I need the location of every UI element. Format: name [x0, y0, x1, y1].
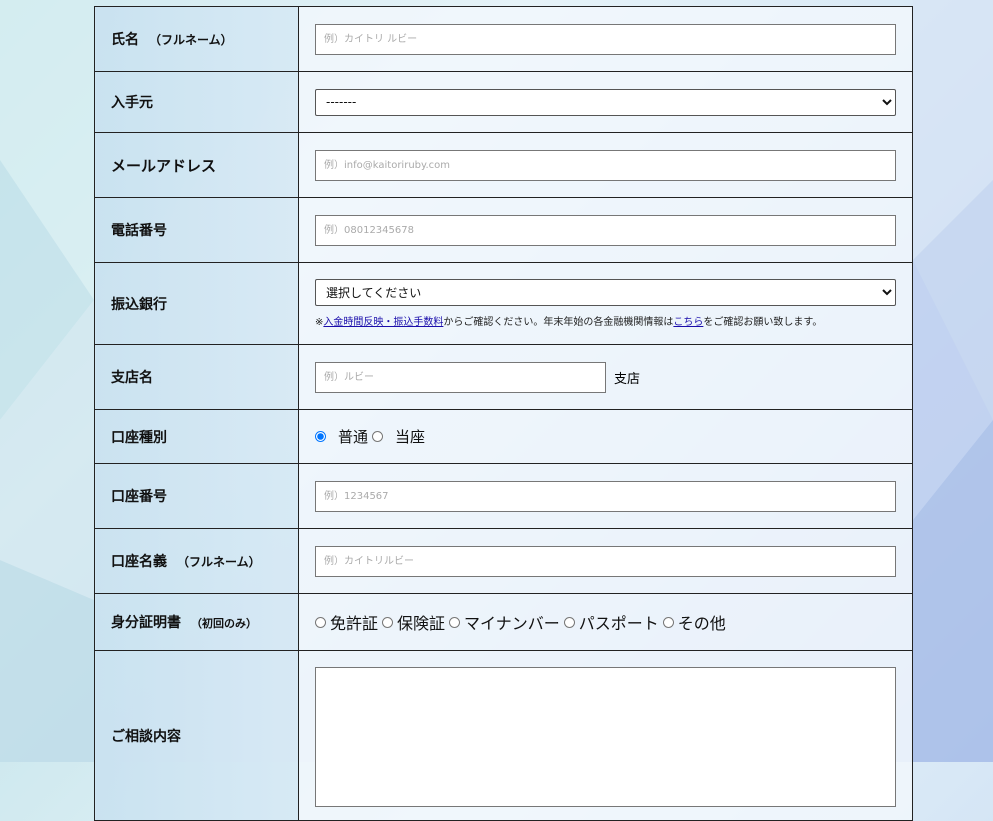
field-value-cell: ------- — [298, 71, 913, 133]
option-label: 保険証 — [397, 614, 446, 633]
id-doc-option-other[interactable]: その他 — [662, 610, 726, 634]
source-select[interactable]: ------- — [315, 88, 896, 116]
field-value-cell — [298, 463, 913, 529]
inquiry-label: ご相談内容 — [111, 728, 181, 745]
form-row-account-name: 口座名義 （フルネーム） — [94, 528, 913, 594]
field-value-cell — [298, 528, 913, 594]
email-label: メールアドレス — [111, 156, 217, 175]
field-value-cell: 免許証 保険証 マイナンバー パスポート その他 — [298, 593, 913, 651]
id-doc-radio-other[interactable] — [662, 616, 674, 628]
source-label: 入手元 — [111, 95, 153, 111]
note-middle-text: からご確認ください。年末年始の各金融機関情報は — [443, 317, 674, 328]
phone-input[interactable] — [315, 214, 896, 246]
bank-note: ※入金時間反映・振込手数料からご確認ください。年末年始の各金融機関情報はこちらを… — [315, 313, 896, 328]
id-doc-option-insurance[interactable]: 保険証 — [382, 610, 449, 634]
id-doc-option-license[interactable]: 免許証 — [315, 610, 382, 634]
field-label-cell: メールアドレス — [94, 132, 299, 198]
phone-label: 電話番号 — [111, 223, 167, 239]
form-row-name: 氏名 （フルネーム） — [94, 6, 913, 72]
email-input[interactable] — [315, 149, 896, 181]
field-value-cell: 普通 当座 — [298, 409, 913, 464]
account-type-option-futsu[interactable]: 普通 — [315, 426, 372, 447]
field-label-cell: 口座名義 （フルネーム） — [94, 528, 299, 594]
id-doc-option-passport[interactable]: パスポート — [563, 610, 663, 634]
id-doc-radio-license[interactable] — [315, 616, 326, 628]
bank-select[interactable]: 選択してください — [315, 279, 896, 306]
name-input[interactable] — [315, 23, 896, 55]
form-row-phone: 電話番号 — [94, 197, 913, 263]
field-label-cell: 身分証明書 （初回のみ） — [94, 593, 299, 651]
field-value-cell — [298, 197, 913, 263]
id-doc-label: 身分証明書 — [111, 615, 181, 631]
account-type-radio-futsu[interactable] — [315, 431, 326, 442]
id-doc-option-mynumber[interactable]: マイナンバー — [449, 610, 564, 634]
id-doc-radio-passport[interactable] — [563, 616, 575, 628]
field-value-cell: 支店 — [298, 344, 913, 410]
form-row-id-document: 身分証明書 （初回のみ） 免許証 保険証 マイナンバー パスポート その他 — [94, 593, 913, 651]
form-row-branch: 支店名 支店 — [94, 344, 913, 410]
field-label-cell: 入手元 — [94, 71, 299, 133]
name-label: 氏名 — [111, 32, 139, 48]
form-row-account-type: 口座種別 普通 当座 — [94, 409, 913, 464]
form-row-account-number: 口座番号 — [94, 463, 913, 529]
field-value-cell — [298, 6, 913, 72]
id-doc-radio-mynumber[interactable] — [449, 616, 461, 628]
form-row-inquiry: ご相談内容 — [94, 650, 913, 821]
option-label: 普通 — [338, 428, 369, 446]
account-name-input[interactable] — [315, 545, 896, 577]
account-type-radio-group: 普通 当座 — [315, 426, 896, 447]
id-doc-sublabel: （初回のみ） — [191, 617, 257, 630]
field-label-cell: ご相談内容 — [94, 650, 299, 821]
account-number-input[interactable] — [315, 480, 896, 512]
option-label: 当座 — [395, 428, 426, 446]
id-doc-radio-group: 免許証 保険証 マイナンバー パスポート その他 — [315, 610, 896, 634]
transfer-fee-link[interactable]: 入金時間反映・振込手数料 — [323, 317, 443, 328]
form-row-bank: 振込銀行 選択してください ※入金時間反映・振込手数料からご確認ください。年末年… — [94, 262, 913, 345]
account-type-radio-toza[interactable] — [372, 431, 384, 442]
option-label: パスポート — [578, 614, 659, 633]
branch-suffix: 支店 — [614, 371, 641, 387]
form-row-source: 入手元 ------- — [94, 71, 913, 133]
account-name-label: 口座名義 — [111, 554, 167, 570]
field-value-cell — [298, 650, 913, 821]
field-value-cell — [298, 132, 913, 198]
field-label-cell: 振込銀行 — [94, 262, 299, 345]
field-label-cell: 氏名 （フルネーム） — [94, 6, 299, 72]
form-row-email: メールアドレス — [94, 132, 913, 198]
branch-label: 支店名 — [111, 370, 153, 386]
option-label: 免許証 — [330, 614, 379, 633]
field-label-cell: 電話番号 — [94, 197, 299, 263]
option-label: その他 — [677, 614, 726, 633]
account-type-option-toza[interactable]: 当座 — [372, 426, 425, 447]
note-suffix-text: をご確認お願い致します。 — [703, 317, 823, 328]
account-number-label: 口座番号 — [111, 489, 167, 505]
contact-form-table: 氏名 （フルネーム） 入手元 ------- メールアドレス 電話番号 — [94, 6, 913, 821]
option-label: マイナンバー — [464, 614, 560, 633]
inquiry-textarea[interactable] — [315, 667, 896, 807]
account-type-label: 口座種別 — [111, 429, 167, 446]
name-sublabel: （フルネーム） — [149, 33, 233, 47]
field-label-cell: 口座番号 — [94, 463, 299, 529]
holiday-info-link[interactable]: こちら — [673, 317, 703, 328]
field-label-cell: 口座種別 — [94, 409, 299, 464]
account-name-sublabel: （フルネーム） — [177, 555, 261, 569]
field-value-cell: 選択してください ※入金時間反映・振込手数料からご確認ください。年末年始の各金融… — [298, 262, 913, 345]
id-doc-radio-insurance[interactable] — [382, 616, 394, 628]
field-label-cell: 支店名 — [94, 344, 299, 410]
bank-label: 振込銀行 — [111, 296, 167, 313]
branch-input[interactable] — [315, 361, 606, 393]
